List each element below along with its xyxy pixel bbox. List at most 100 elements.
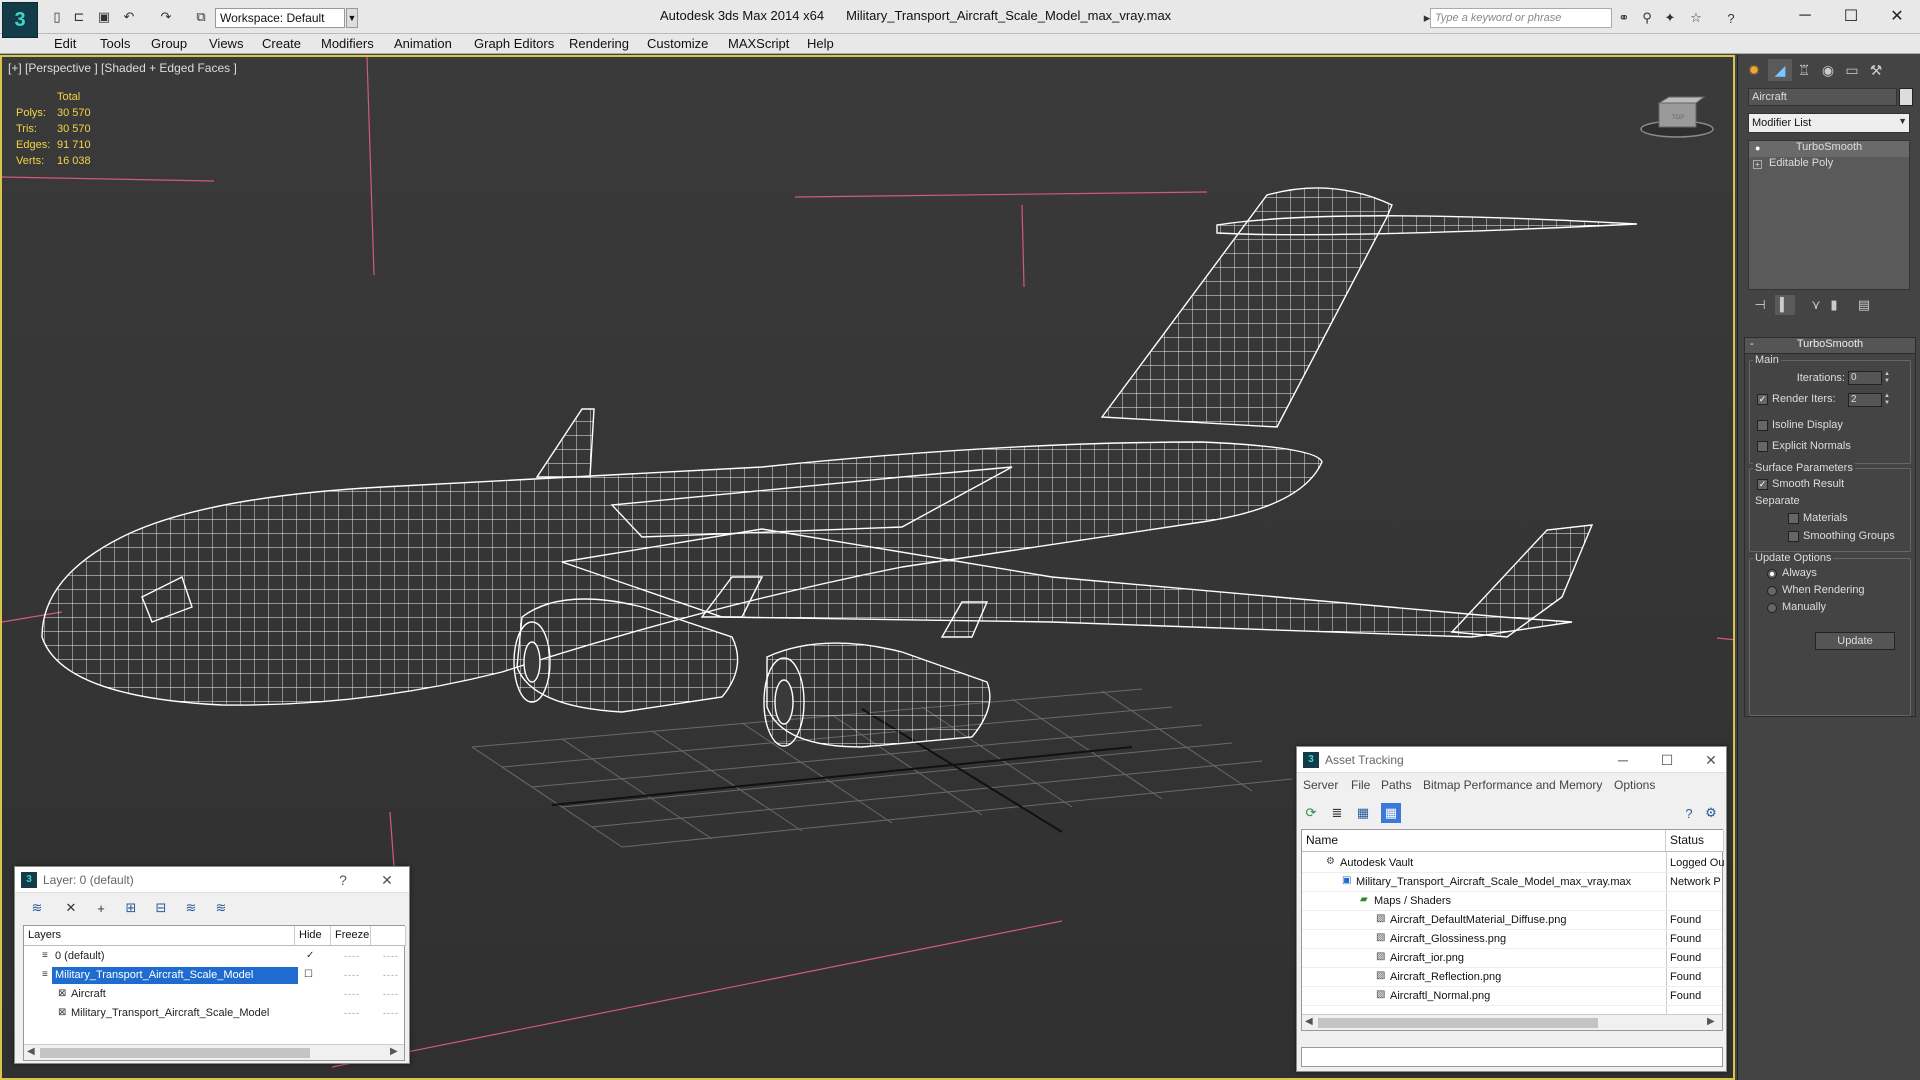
asset-row[interactable]: ▧ Aircraft_ior.png Found (1302, 949, 1722, 968)
minimize-button[interactable]: ─ (1783, 4, 1827, 28)
col-name[interactable]: Name (1302, 830, 1666, 852)
make-unique-icon[interactable]: ⋎ (1806, 295, 1826, 315)
asset-menu-paths[interactable]: Paths (1381, 778, 1412, 792)
menu-maxscript[interactable]: MAXScript (728, 36, 789, 51)
subscription-icon[interactable]: ⚲ (1638, 9, 1656, 27)
rollout-header[interactable]: - TurboSmooth (1745, 338, 1915, 354)
help-icon[interactable]: ? (333, 870, 353, 890)
expand-icon[interactable]: + (1753, 160, 1762, 169)
explicit-normals-checkbox[interactable] (1757, 441, 1768, 452)
asset-path-field[interactable] (1301, 1047, 1723, 1067)
create-tab-icon[interactable]: ✹ (1742, 59, 1766, 81)
redo-icon[interactable]: ↷ (157, 8, 175, 26)
viewport-label[interactable]: [+] [Perspective ] [Shaded + Edged Faces… (8, 61, 237, 75)
minimize-icon[interactable]: ─ (1613, 750, 1633, 770)
menu-rendering[interactable]: Rendering (569, 36, 629, 51)
asset-menu-bitmap[interactable]: Bitmap Performance and Memory (1423, 778, 1602, 792)
add-to-layer-icon[interactable]: + (91, 898, 111, 918)
layer-window-titlebar[interactable]: 3 Layer: 0 (default) ? ✕ (15, 867, 409, 893)
asset-row[interactable]: ▧ Aircraft_Reflection.png Found (1302, 968, 1722, 987)
menu-group[interactable]: Group (151, 36, 187, 51)
scrollbar-thumb[interactable] (1318, 1018, 1598, 1028)
viewcube[interactable]: TOP (1640, 96, 1714, 138)
communication-icon[interactable]: ✦ (1661, 9, 1679, 27)
hide-toggle[interactable]: ---- (344, 1008, 360, 1018)
open-file-icon[interactable]: ⊏ (70, 8, 88, 26)
settings-icon[interactable]: ⚙ (1701, 803, 1721, 823)
app-logo-icon[interactable]: 3 (2, 2, 38, 38)
chevron-down-icon[interactable]: ▼ (346, 8, 358, 28)
modifier-stack[interactable]: ● TurboSmooth + Editable Poly (1748, 140, 1910, 290)
list-view-icon[interactable]: ≣ (1327, 803, 1347, 823)
hide-toggle[interactable]: ---- (344, 951, 360, 961)
set-current-box-icon[interactable]: ☐ (304, 969, 313, 980)
asset-menu-file[interactable]: File (1351, 778, 1370, 792)
binoculars-icon[interactable]: ⚭ (1615, 9, 1633, 27)
freeze-toggle[interactable]: ---- (383, 1008, 399, 1018)
always-radio[interactable] (1767, 569, 1777, 579)
iterations-spinner[interactable]: 0 (1848, 371, 1882, 385)
horizontal-scrollbar[interactable]: ◀ ▶ (1302, 1014, 1722, 1030)
save-icon[interactable]: ▣ (95, 8, 113, 26)
when-rendering-radio[interactable] (1767, 586, 1777, 596)
current-layer-check-icon[interactable]: ✓ (306, 950, 314, 961)
show-end-result-icon[interactable]: ▍ (1775, 295, 1795, 315)
stack-item-editable-poly[interactable]: + Editable Poly (1749, 157, 1909, 173)
configure-sets-icon[interactable]: ▤ (1854, 295, 1874, 315)
motion-tab-icon[interactable]: ◉ (1816, 59, 1840, 81)
thumbnail-view-icon[interactable]: ▦ (1353, 803, 1373, 823)
scroll-right-icon[interactable]: ▶ (390, 1046, 398, 1057)
asset-menu-options[interactable]: Options (1614, 778, 1655, 792)
menu-customize[interactable]: Customize (647, 36, 708, 51)
asset-menu-server[interactable]: Server (1303, 778, 1338, 792)
refresh-icon[interactable]: ⟳ (1301, 803, 1321, 823)
spinner-arrows-icon[interactable]: ▲ ▼ (1883, 371, 1891, 385)
col-layers[interactable]: Layers (24, 926, 295, 946)
scroll-right-icon[interactable]: ▶ (1707, 1016, 1715, 1027)
create-layer-icon[interactable]: ≋ (27, 898, 47, 918)
col-hide[interactable]: Hide (295, 926, 331, 946)
object-name-field[interactable]: Aircraft (1748, 88, 1897, 106)
undo-icon[interactable]: ↶ (120, 8, 138, 26)
freeze-all-icon[interactable]: ≋ (211, 898, 231, 918)
project-folder-icon[interactable]: ⧉ (192, 8, 210, 26)
delete-layer-icon[interactable]: ✕ (61, 898, 81, 918)
modifier-list-dropdown[interactable]: Modifier List ▼ (1748, 113, 1910, 133)
asset-row[interactable]: ▧ Aircraft_Glossiness.png Found (1302, 930, 1722, 949)
menu-help[interactable]: Help (807, 36, 834, 51)
hide-toggle[interactable]: ---- (344, 970, 360, 980)
stack-item-turbosmooth[interactable]: ● TurboSmooth (1749, 141, 1909, 157)
manually-radio[interactable] (1767, 603, 1777, 613)
favorites-star-icon[interactable]: ☆ (1687, 9, 1705, 27)
render-iters-spinner[interactable]: 2 (1848, 393, 1882, 407)
help-icon[interactable]: ? (1679, 803, 1699, 823)
new-file-icon[interactable]: ▯ (48, 8, 66, 26)
hide-toggle[interactable]: ---- (344, 989, 360, 999)
modify-tab-icon[interactable]: ◢ (1768, 59, 1792, 81)
freeze-toggle[interactable]: ---- (383, 970, 399, 980)
select-objects-icon[interactable]: ⊞ (121, 898, 141, 918)
scroll-left-icon[interactable]: ◀ (27, 1046, 35, 1057)
menu-views[interactable]: Views (209, 36, 243, 51)
layer-row[interactable]: ≡ Military_Transport_Aircraft_Scale_Mode… (24, 966, 404, 985)
materials-checkbox[interactable] (1788, 513, 1799, 524)
layer-row[interactable]: ⊠ Aircraft ---- ---- (24, 985, 404, 1004)
maximize-button[interactable]: ☐ (1829, 4, 1873, 28)
remove-modifier-icon[interactable]: ▮ (1824, 295, 1844, 315)
hierarchy-tab-icon[interactable]: ♖ (1792, 59, 1816, 81)
menu-graph-editors[interactable]: Graph Editors (474, 36, 554, 51)
maximize-icon[interactable]: ☐ (1657, 750, 1677, 770)
help-icon[interactable]: ? (1722, 9, 1740, 27)
search-input[interactable]: Type a keyword or phrase (1430, 8, 1612, 28)
menu-edit[interactable]: Edit (54, 36, 76, 51)
freeze-toggle[interactable]: ---- (383, 989, 399, 999)
object-color-swatch[interactable] (1899, 88, 1913, 106)
display-tab-icon[interactable]: ▭ (1840, 59, 1864, 81)
update-button[interactable]: Update (1815, 632, 1895, 650)
spinner-arrows-icon[interactable]: ▲ ▼ (1883, 393, 1891, 407)
highlight-layer-icon[interactable]: ⊟ (151, 898, 171, 918)
col-status[interactable]: Status (1666, 830, 1724, 852)
layer-row[interactable]: ≡ 0 (default) ✓ ---- ---- (24, 947, 404, 966)
utilities-tab-icon[interactable]: ⚒ (1864, 59, 1888, 81)
smooth-result-checkbox[interactable]: ✓ (1757, 479, 1768, 490)
